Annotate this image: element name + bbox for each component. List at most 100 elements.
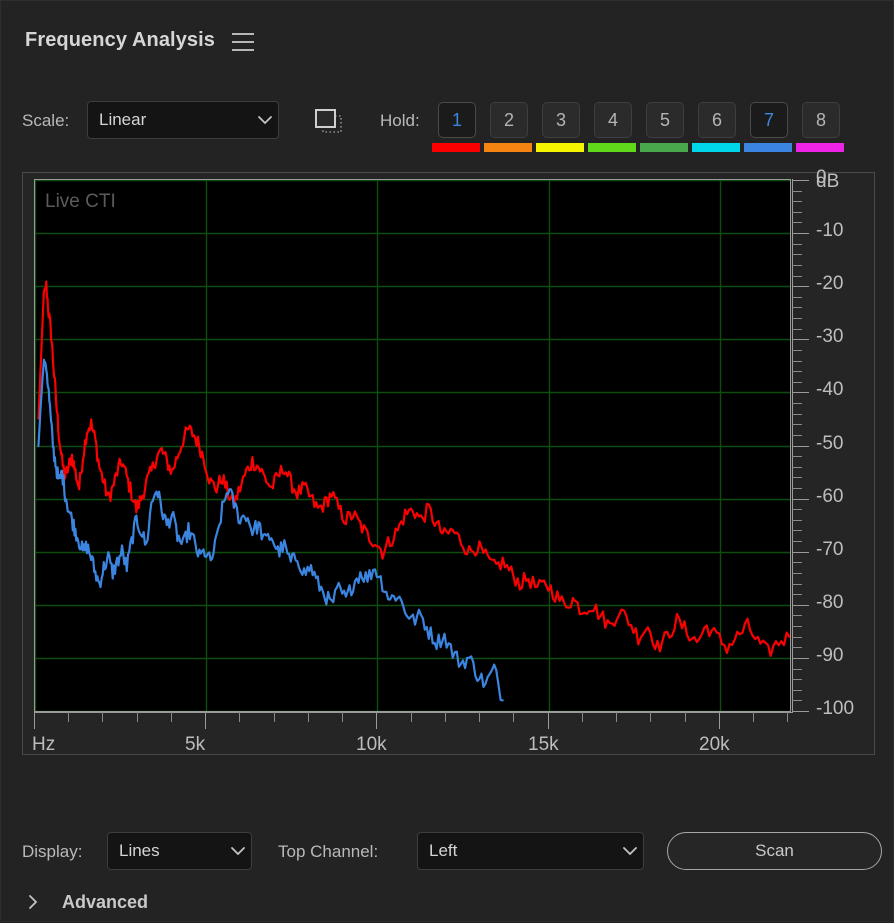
- footer-controls: Display: Lines Top Channel: Left Scan Ad…: [1, 811, 894, 923]
- hz-tick-major: [205, 712, 206, 729]
- db-tick-minor: [792, 244, 802, 245]
- hz-tick-minor: [650, 712, 651, 722]
- db-tick-major: [792, 605, 809, 606]
- hold-button-5[interactable]: 5: [646, 102, 684, 138]
- scale-select[interactable]: Linear: [87, 101, 279, 139]
- hamburger-menu-icon[interactable]: [232, 30, 255, 51]
- hz-tick-minor: [137, 712, 138, 722]
- frequency-analysis-panel: Frequency Analysis Scale: Linear Hold: 1…: [0, 0, 894, 922]
- hz-tick-major: [548, 712, 549, 729]
- top-channel-select[interactable]: Left: [417, 832, 644, 870]
- chevron-down-icon: [225, 846, 251, 856]
- hold-button-8[interactable]: 8: [802, 102, 840, 138]
- db-tick-minor: [792, 615, 802, 616]
- db-tick-major: [792, 711, 809, 712]
- db-tick-minor: [792, 424, 802, 425]
- chevron-down-icon: [252, 115, 278, 125]
- db-axis-unit-label: dB: [816, 171, 840, 192]
- db-tick-major: [792, 180, 809, 181]
- hz-tick-label: 15k: [528, 734, 559, 755]
- db-tick-minor: [792, 477, 802, 478]
- hold-button-2[interactable]: 2: [490, 102, 528, 138]
- db-tick-minor: [792, 669, 802, 670]
- snapshot-copy-icon[interactable]: [312, 107, 346, 137]
- hz-tick-minor: [616, 712, 617, 722]
- hold-button-1[interactable]: 1: [438, 102, 476, 138]
- db-tick-minor: [792, 456, 802, 457]
- db-tick-minor: [792, 467, 802, 468]
- db-tick-major: [792, 233, 809, 234]
- db-tick-minor: [792, 222, 802, 223]
- db-tick-label: -70: [816, 539, 844, 560]
- hz-tick-minor: [753, 712, 754, 722]
- hz-tick-label: 10k: [356, 734, 387, 755]
- advanced-disclosure[interactable]: Advanced: [22, 887, 148, 917]
- db-tick-minor: [792, 350, 802, 351]
- hz-tick-minor: [308, 712, 309, 722]
- advanced-label: Advanced: [62, 891, 149, 912]
- hz-tick-minor: [787, 712, 788, 722]
- spectrum-plot[interactable]: [34, 179, 791, 712]
- db-tick-minor: [792, 488, 802, 489]
- top-channel-label: Top Channel:: [278, 842, 379, 861]
- db-tick-minor: [792, 297, 802, 298]
- db-tick-minor: [792, 265, 802, 266]
- db-tick-major: [792, 286, 809, 287]
- chevron-down-icon: [617, 846, 643, 856]
- db-tick-minor: [792, 191, 802, 192]
- db-tick-major: [792, 339, 809, 340]
- db-tick-minor: [792, 371, 802, 372]
- hold-button-3[interactable]: 3: [542, 102, 580, 138]
- hz-tick-minor: [685, 712, 686, 722]
- hold-button-4[interactable]: 4: [594, 102, 632, 138]
- db-tick-minor: [792, 307, 802, 308]
- db-tick-label: -60: [816, 486, 844, 507]
- hz-axis: Hz 5k 10k 15k 20k: [32, 712, 792, 756]
- hz-tick-minor: [239, 712, 240, 722]
- db-tick-label: -80: [816, 592, 844, 613]
- db-tick-minor: [792, 700, 802, 701]
- hold-color-swatch-1: [432, 143, 480, 152]
- db-axis: 0 -10 -20 -30 -40 -50 -60 -70 -80 -90 -100 dB: [792, 167, 876, 719]
- db-tick-major: [792, 499, 809, 500]
- db-tick-minor: [792, 541, 802, 542]
- hz-tick-major: [376, 712, 377, 729]
- hz-tick-minor: [445, 712, 446, 722]
- hz-tick-minor: [171, 712, 172, 722]
- db-tick-minor: [792, 520, 802, 521]
- db-tick-minor: [792, 594, 802, 595]
- hold-color-swatch-7: [744, 143, 792, 152]
- db-tick-label: -20: [816, 273, 844, 294]
- display-select[interactable]: Lines: [107, 832, 252, 870]
- db-tick-minor: [792, 212, 802, 213]
- db-tick-minor: [792, 573, 802, 574]
- scan-button[interactable]: Scan: [667, 832, 882, 870]
- hold-color-swatch-8: [796, 143, 844, 152]
- db-tick-minor: [792, 626, 802, 627]
- db-tick-minor: [792, 382, 802, 383]
- db-tick-minor: [792, 414, 802, 415]
- scale-label: Scale:: [22, 111, 70, 130]
- hz-tick-major: [34, 712, 35, 729]
- hz-tick-minor: [274, 712, 275, 722]
- db-tick-major: [792, 392, 809, 393]
- hz-tick-label: 20k: [699, 734, 730, 755]
- hold-button-6[interactable]: 6: [698, 102, 736, 138]
- db-tick-minor: [792, 361, 802, 362]
- db-tick-minor: [792, 509, 802, 510]
- db-tick-major: [792, 552, 809, 553]
- db-tick-minor: [792, 530, 802, 531]
- hold-label: Hold:: [380, 111, 420, 130]
- hold-button-7[interactable]: 7: [750, 102, 788, 138]
- db-tick-minor: [792, 276, 802, 277]
- db-tick-minor: [792, 647, 802, 648]
- page-title: Frequency Analysis: [25, 28, 216, 51]
- db-tick-label: -10: [816, 220, 844, 241]
- hz-axis-rail: [34, 712, 792, 713]
- db-tick-minor: [792, 318, 802, 319]
- hold-color-swatch-6: [692, 143, 740, 152]
- db-tick-minor: [792, 562, 802, 563]
- db-tick-label: -100: [816, 698, 855, 719]
- hold-color-swatch-2: [484, 143, 532, 152]
- hold-color-swatch-4: [588, 143, 636, 152]
